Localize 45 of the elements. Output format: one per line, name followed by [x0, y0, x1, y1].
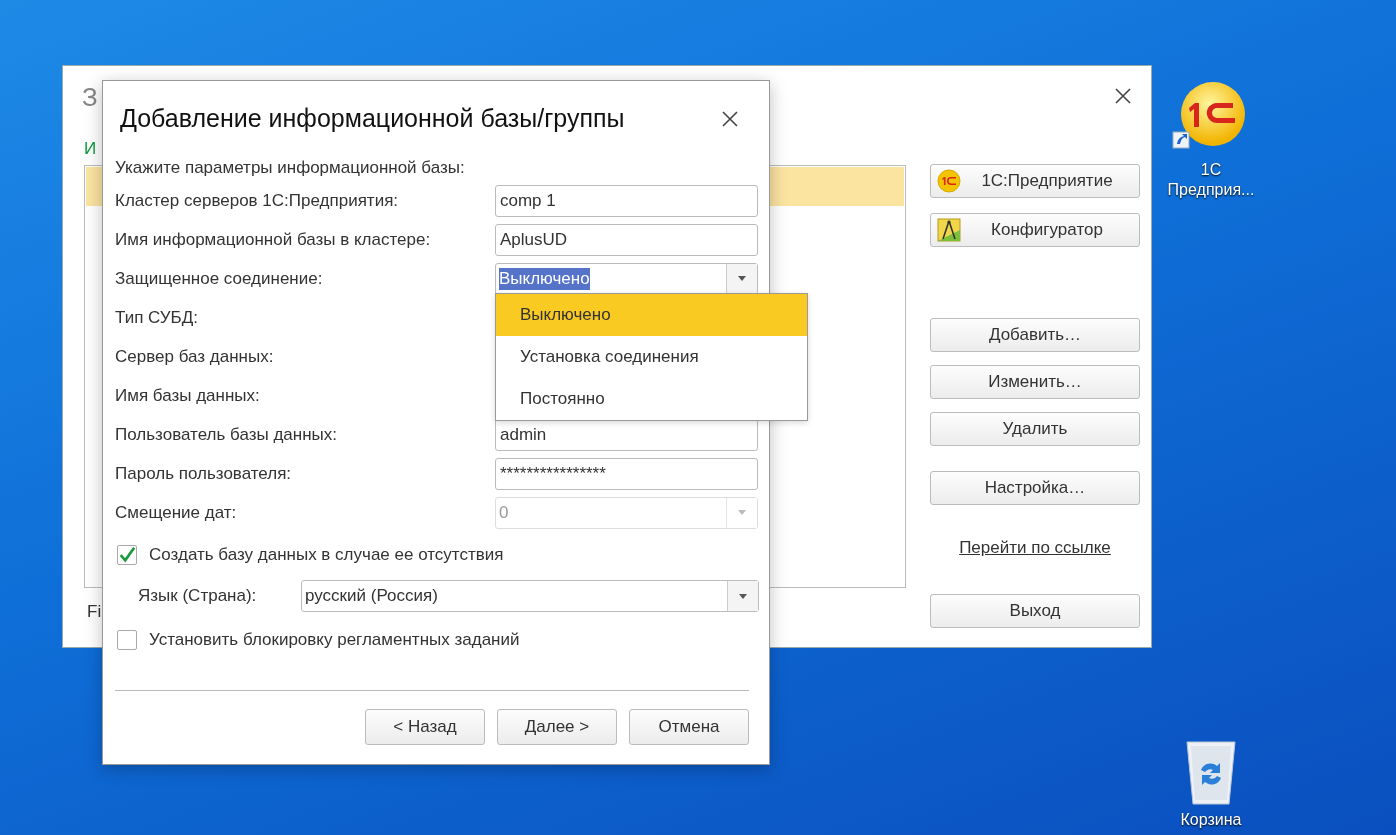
- checkbox[interactable]: [117, 630, 137, 650]
- icon-label: Корзина: [1179, 810, 1243, 830]
- checkbox[interactable]: [117, 545, 137, 565]
- menu-item[interactable]: Выключено: [496, 294, 807, 336]
- compass-icon: [937, 218, 961, 242]
- field-label: Язык (Страна):: [138, 586, 258, 606]
- action-button[interactable]: Удалить: [930, 412, 1140, 446]
- field-label: Смещение дат:: [115, 502, 238, 523]
- footer-text: Fi: [87, 602, 102, 622]
- dropdown-field[interactable]: русский (Россия): [301, 580, 759, 612]
- field-label: Имя информационной базы в кластере:: [115, 229, 432, 250]
- field-label: Защищенное соединение:: [115, 268, 324, 289]
- exit-button[interactable]: Выход: [930, 594, 1140, 628]
- action-button[interactable]: Добавить…: [930, 318, 1140, 352]
- caret-icon: [726, 497, 757, 528]
- field-label: Сервер баз данных:: [115, 346, 275, 367]
- link[interactable]: Перейти по ссылке: [959, 538, 1111, 558]
- launch-button[interactable]: Конфигуратор: [930, 213, 1140, 247]
- dialog-button[interactable]: Отмена: [629, 709, 749, 745]
- input-field[interactable]: ****************: [495, 457, 758, 490]
- field-label: Кластер серверов 1С:Предприятия:: [115, 190, 400, 211]
- dialog-button[interactable]: < Назад: [365, 709, 485, 745]
- coin-icon: [937, 169, 961, 193]
- action-button[interactable]: Изменить…: [930, 365, 1140, 399]
- input-field[interactable]: comp 1: [495, 184, 758, 217]
- icon-label: 1С Предприя...: [1166, 160, 1256, 200]
- close-icon[interactable]: [1115, 88, 1131, 104]
- field-label: Пароль пользователя:: [115, 463, 293, 484]
- menu-item[interactable]: Установка соединения: [496, 336, 807, 378]
- close-icon[interactable]: [722, 110, 738, 127]
- caret-icon: [727, 581, 758, 611]
- field-label: Имя базы данных:: [115, 385, 261, 406]
- launch-button[interactable]: 1С:Предприятие: [930, 164, 1140, 198]
- input-field[interactable]: AplusUD: [495, 223, 758, 256]
- field-label: Тип СУБД:: [115, 307, 199, 328]
- dialog-button[interactable]: Далее >: [497, 709, 617, 745]
- window-title: З: [82, 82, 98, 113]
- settings-button[interactable]: Настройка…: [930, 471, 1140, 505]
- checkbox-label: Создать базу данных в случае ее отсутствия: [149, 545, 504, 565]
- field-label: Пользователь базы данных:: [115, 424, 338, 445]
- section-label: И: [84, 139, 97, 159]
- instruction-text: Укажите параметры информационной базы:: [115, 157, 466, 179]
- dialog-title: Добавление информационной базы/группы: [119, 104, 625, 133]
- menu-item[interactable]: Постоянно: [496, 378, 807, 420]
- checkbox-label: Установить блокировку регламентных заданий: [149, 630, 520, 650]
